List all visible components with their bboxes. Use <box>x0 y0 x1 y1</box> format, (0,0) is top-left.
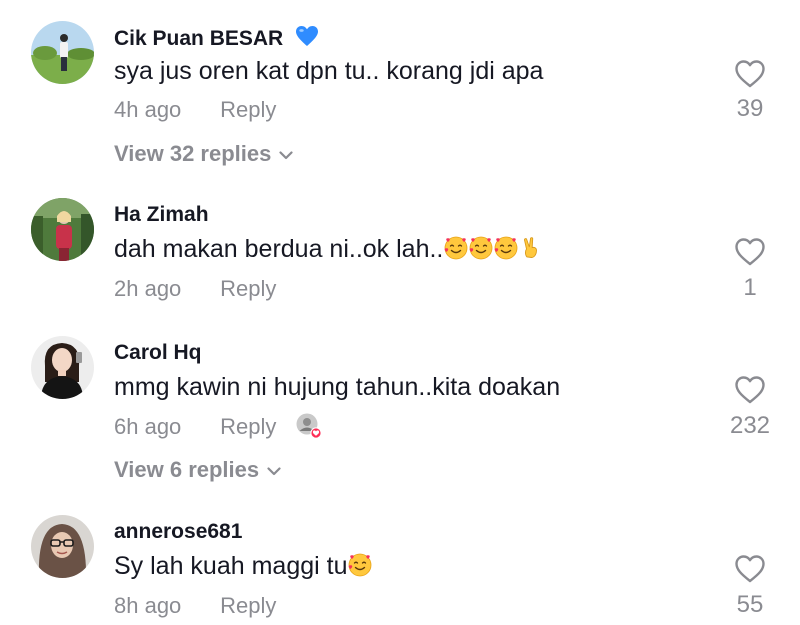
view-replies-button[interactable]: View 6 replies <box>114 457 281 483</box>
comment-meta: 4h ago Reply <box>114 97 276 123</box>
like-count: 232 <box>729 412 771 439</box>
reply-button[interactable]: Reply <box>220 276 276 302</box>
comment-username[interactable]: annerose681 <box>114 520 242 544</box>
like-count: 55 <box>736 591 764 618</box>
avatar[interactable] <box>31 336 94 399</box>
avatar[interactable] <box>31 515 94 578</box>
comment-time: 6h ago <box>114 414 182 439</box>
smiling-face-with-hearts-emoji <box>469 236 493 260</box>
chevron-down-icon <box>267 467 281 475</box>
like-count: 39 <box>736 95 764 122</box>
avatar-photo <box>31 515 94 578</box>
victory-hand-emoji <box>524 237 538 258</box>
comment-username[interactable]: Carol Hq <box>114 341 202 365</box>
chevron-down-icon <box>279 151 293 159</box>
comment-username[interactable]: Cik Puan BESAR <box>114 25 319 51</box>
reply-button[interactable]: Reply <box>220 97 276 123</box>
smiling-face-with-hearts-emoji <box>494 236 518 260</box>
comment-meta: 6h ago Reply <box>114 414 276 440</box>
comment-text: mmg kawin ni hujung tahun..kita doakan <box>114 373 561 401</box>
comment-text: sya jus oren kat dpn tu.. korang jdi apa <box>114 57 544 85</box>
heart-like-icon[interactable] <box>734 554 766 584</box>
avatar-photo <box>31 21 94 84</box>
reply-button[interactable]: Reply <box>220 414 276 440</box>
comment-time: 8h ago <box>114 593 182 618</box>
comment-username[interactable]: Ha Zimah <box>114 203 209 227</box>
heart-like-icon[interactable] <box>734 375 766 405</box>
blue-heart-icon <box>296 26 319 46</box>
comment-meta: 8h ago Reply <box>114 593 276 619</box>
like-count: 1 <box>743 274 757 301</box>
smiling-face-with-hearts-emoji <box>349 553 372 577</box>
avatar[interactable] <box>31 21 94 84</box>
comment-text: Sy lah kuah maggi tu <box>114 552 372 581</box>
creator-liked-badge-icon <box>296 413 322 439</box>
comment-time: 4h ago <box>114 97 182 122</box>
avatar-photo <box>31 336 94 399</box>
reply-button[interactable]: Reply <box>220 593 276 619</box>
comment-time: 2h ago <box>114 276 182 301</box>
comment-meta: 2h ago Reply <box>114 276 276 302</box>
comment-text: dah makan berdua ni..ok lah.. <box>114 235 543 264</box>
smiling-face-with-hearts-emoji <box>444 236 468 260</box>
avatar-photo <box>31 198 94 261</box>
heart-like-icon[interactable] <box>734 237 766 267</box>
heart-like-icon[interactable] <box>734 59 766 89</box>
view-replies-button[interactable]: View 32 replies <box>114 141 293 167</box>
avatar[interactable] <box>31 198 94 261</box>
